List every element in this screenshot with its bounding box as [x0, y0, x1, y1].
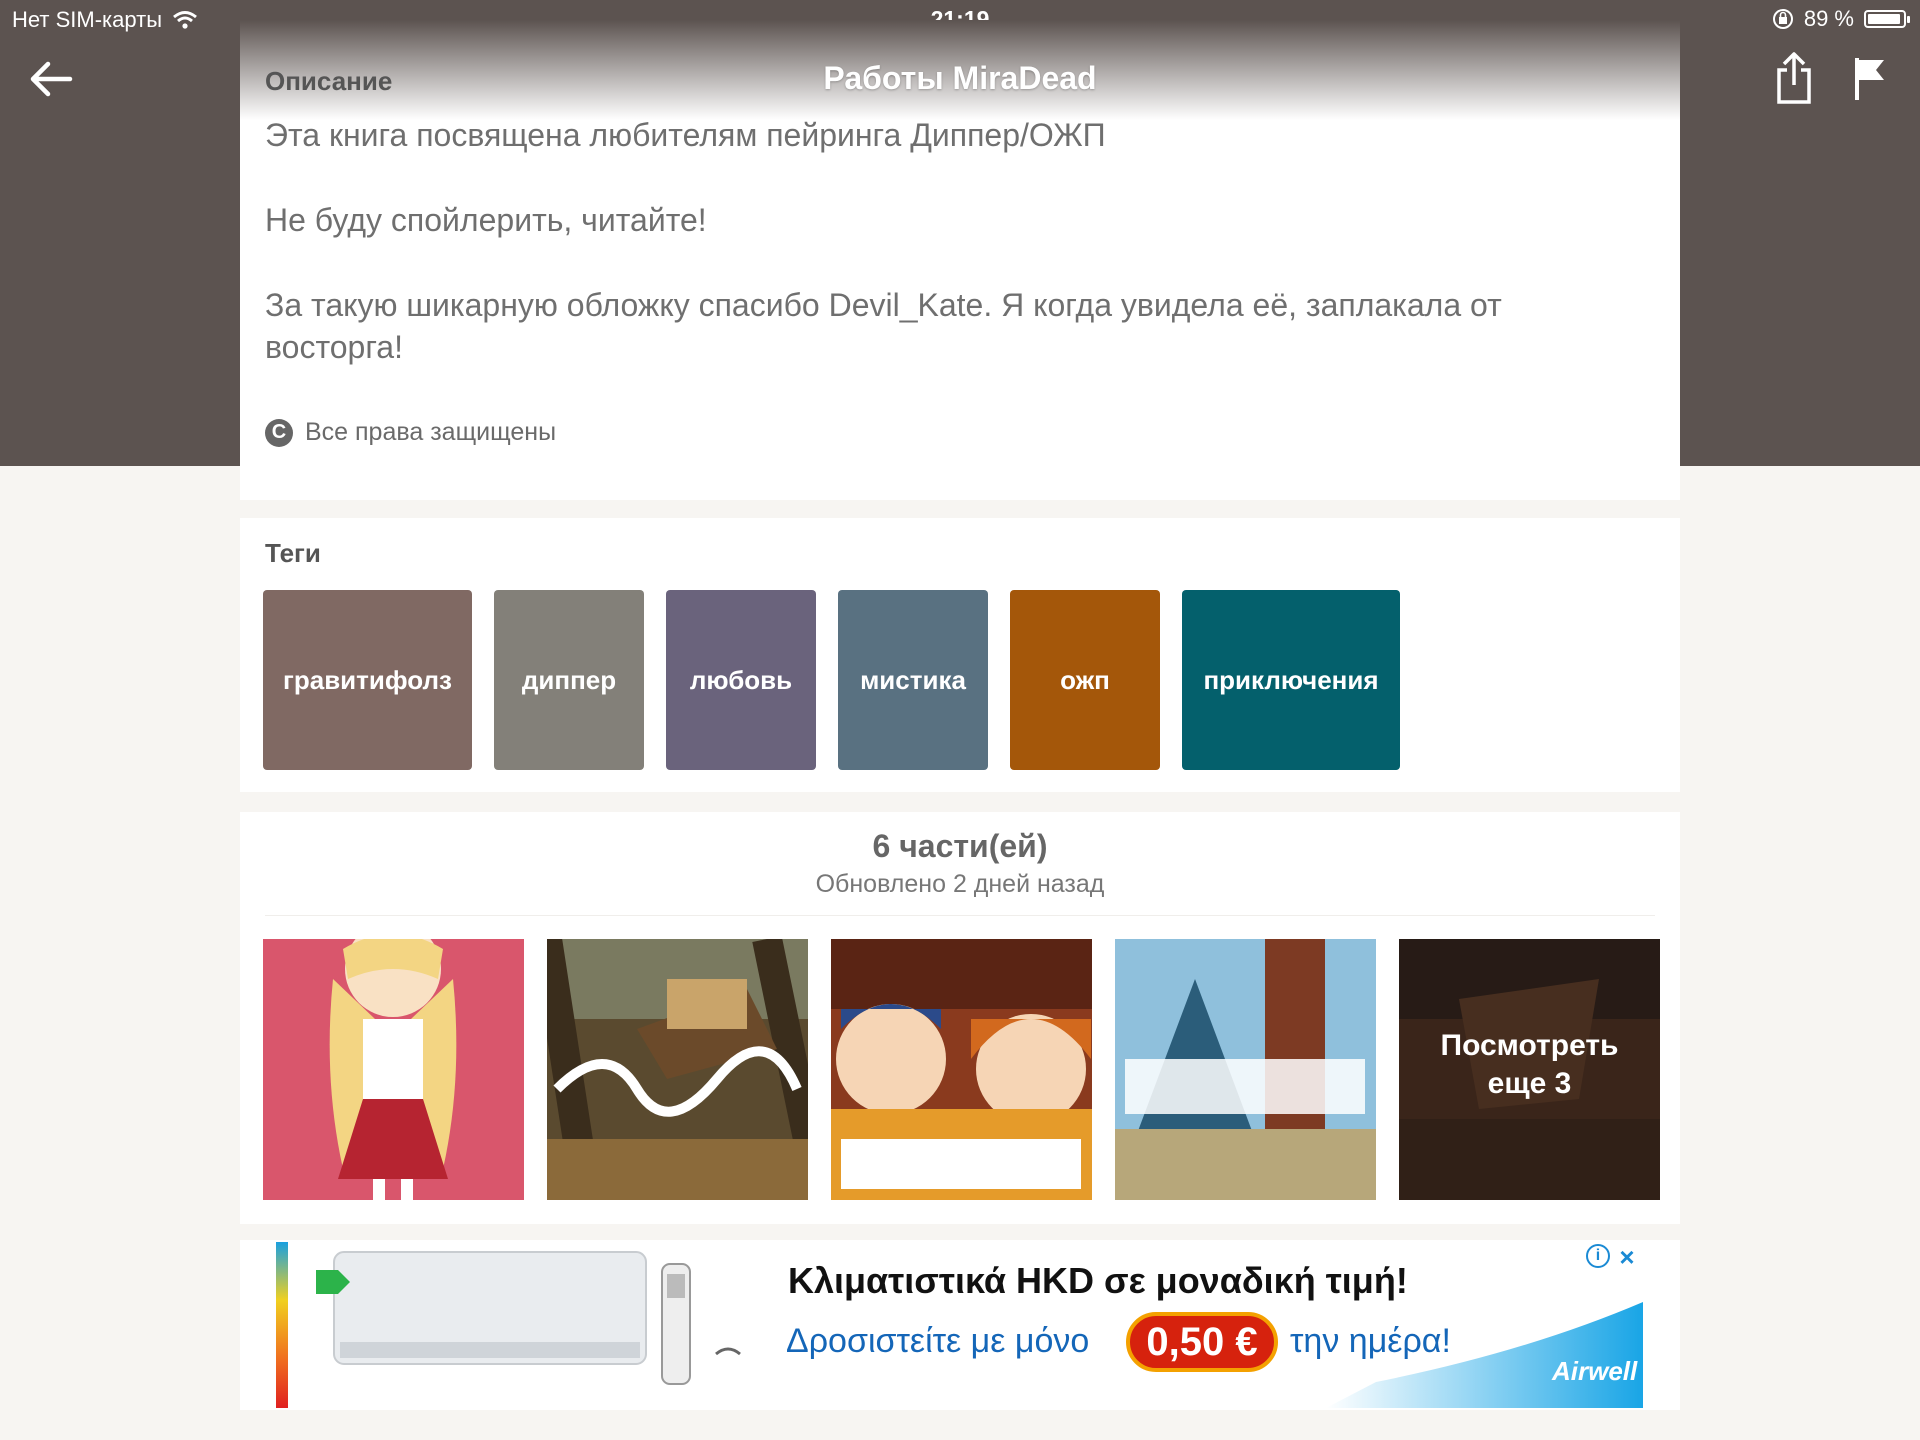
ad-price-badge: 0,50 €	[1126, 1312, 1278, 1372]
ad-close-icon[interactable]: ×	[1614, 1242, 1640, 1272]
tag-chip[interactable]: приключения	[1182, 590, 1400, 770]
back-arrow-icon[interactable]	[26, 54, 76, 104]
tags-card: Теги гравитифолз диппер любовь мистика о…	[240, 518, 1680, 792]
parts-card: 6 части(ей) Обновлено 2 дней назад Посмо…	[240, 812, 1680, 1224]
tag-chip[interactable]: ожп	[1010, 590, 1160, 770]
part-thumbnail[interactable]	[1115, 939, 1376, 1200]
description-text: Эта книга посвящена любителям пейринга Д…	[265, 114, 1625, 411]
part-thumbnail[interactable]	[263, 939, 524, 1200]
ad-brand-logo: Airwell	[1552, 1356, 1638, 1386]
battery-icon	[1864, 10, 1910, 28]
tag-chip[interactable]: любовь	[666, 590, 816, 770]
ad-headline: Κλιματιστικά HKD σε μοναδική τιμή!	[788, 1260, 1408, 1301]
tag-list: гравитифолз диппер любовь мистика ожп пр…	[263, 590, 1400, 770]
ad-subtitle: Δροσιστείτε με μόνο	[786, 1322, 1090, 1360]
ad-subtitle-end: την ημέρα!	[1290, 1322, 1451, 1360]
copyright-icon: C	[265, 418, 293, 447]
parts-thumbnails: Посмотреть еще 3	[263, 939, 1660, 1200]
copyright-row: C Все права защищены	[265, 418, 556, 447]
more-parts-tile[interactable]: Посмотреть еще 3	[1399, 939, 1660, 1200]
part-thumbnail[interactable]	[831, 939, 1092, 1200]
description-paragraph: Эта книга посвящена любителям пейринга Д…	[265, 117, 1106, 153]
flag-icon[interactable]	[1852, 56, 1888, 102]
tags-heading: Теги	[265, 538, 321, 568]
tag-chip[interactable]: мистика	[838, 590, 988, 770]
tag-chip[interactable]: диппер	[494, 590, 644, 770]
rotation-lock-icon	[1772, 9, 1793, 29]
description-paragraph: Не буду спойлерить, читайте!	[265, 202, 707, 238]
battery-percent: 89 %	[1803, 6, 1854, 31]
parts-updated: Обновлено 2 дней назад	[815, 870, 1105, 898]
description-heading: Описание	[265, 66, 393, 96]
more-parts-label: Посмотреть еще 3	[1440, 1029, 1619, 1100]
divider	[265, 915, 1655, 916]
share-icon[interactable]	[1772, 50, 1816, 106]
ad-banner[interactable]: Κλιματιστικά HKD σε μοναδική τιμή! Δροσι…	[240, 1240, 1680, 1410]
tag-chip[interactable]: гравитифолз	[263, 590, 472, 770]
description-paragraph: За такую шикарную обложку спасибо Devil_…	[265, 287, 1502, 365]
parts-count: 6 части(ей)	[872, 828, 1048, 864]
description-card: Описание Эта книга посвящена любителям п…	[240, 20, 1680, 500]
part-thumbnail[interactable]	[547, 939, 808, 1200]
copyright-label: Все права защищены	[305, 418, 557, 446]
ad-info-icon[interactable]: i	[1586, 1244, 1610, 1268]
